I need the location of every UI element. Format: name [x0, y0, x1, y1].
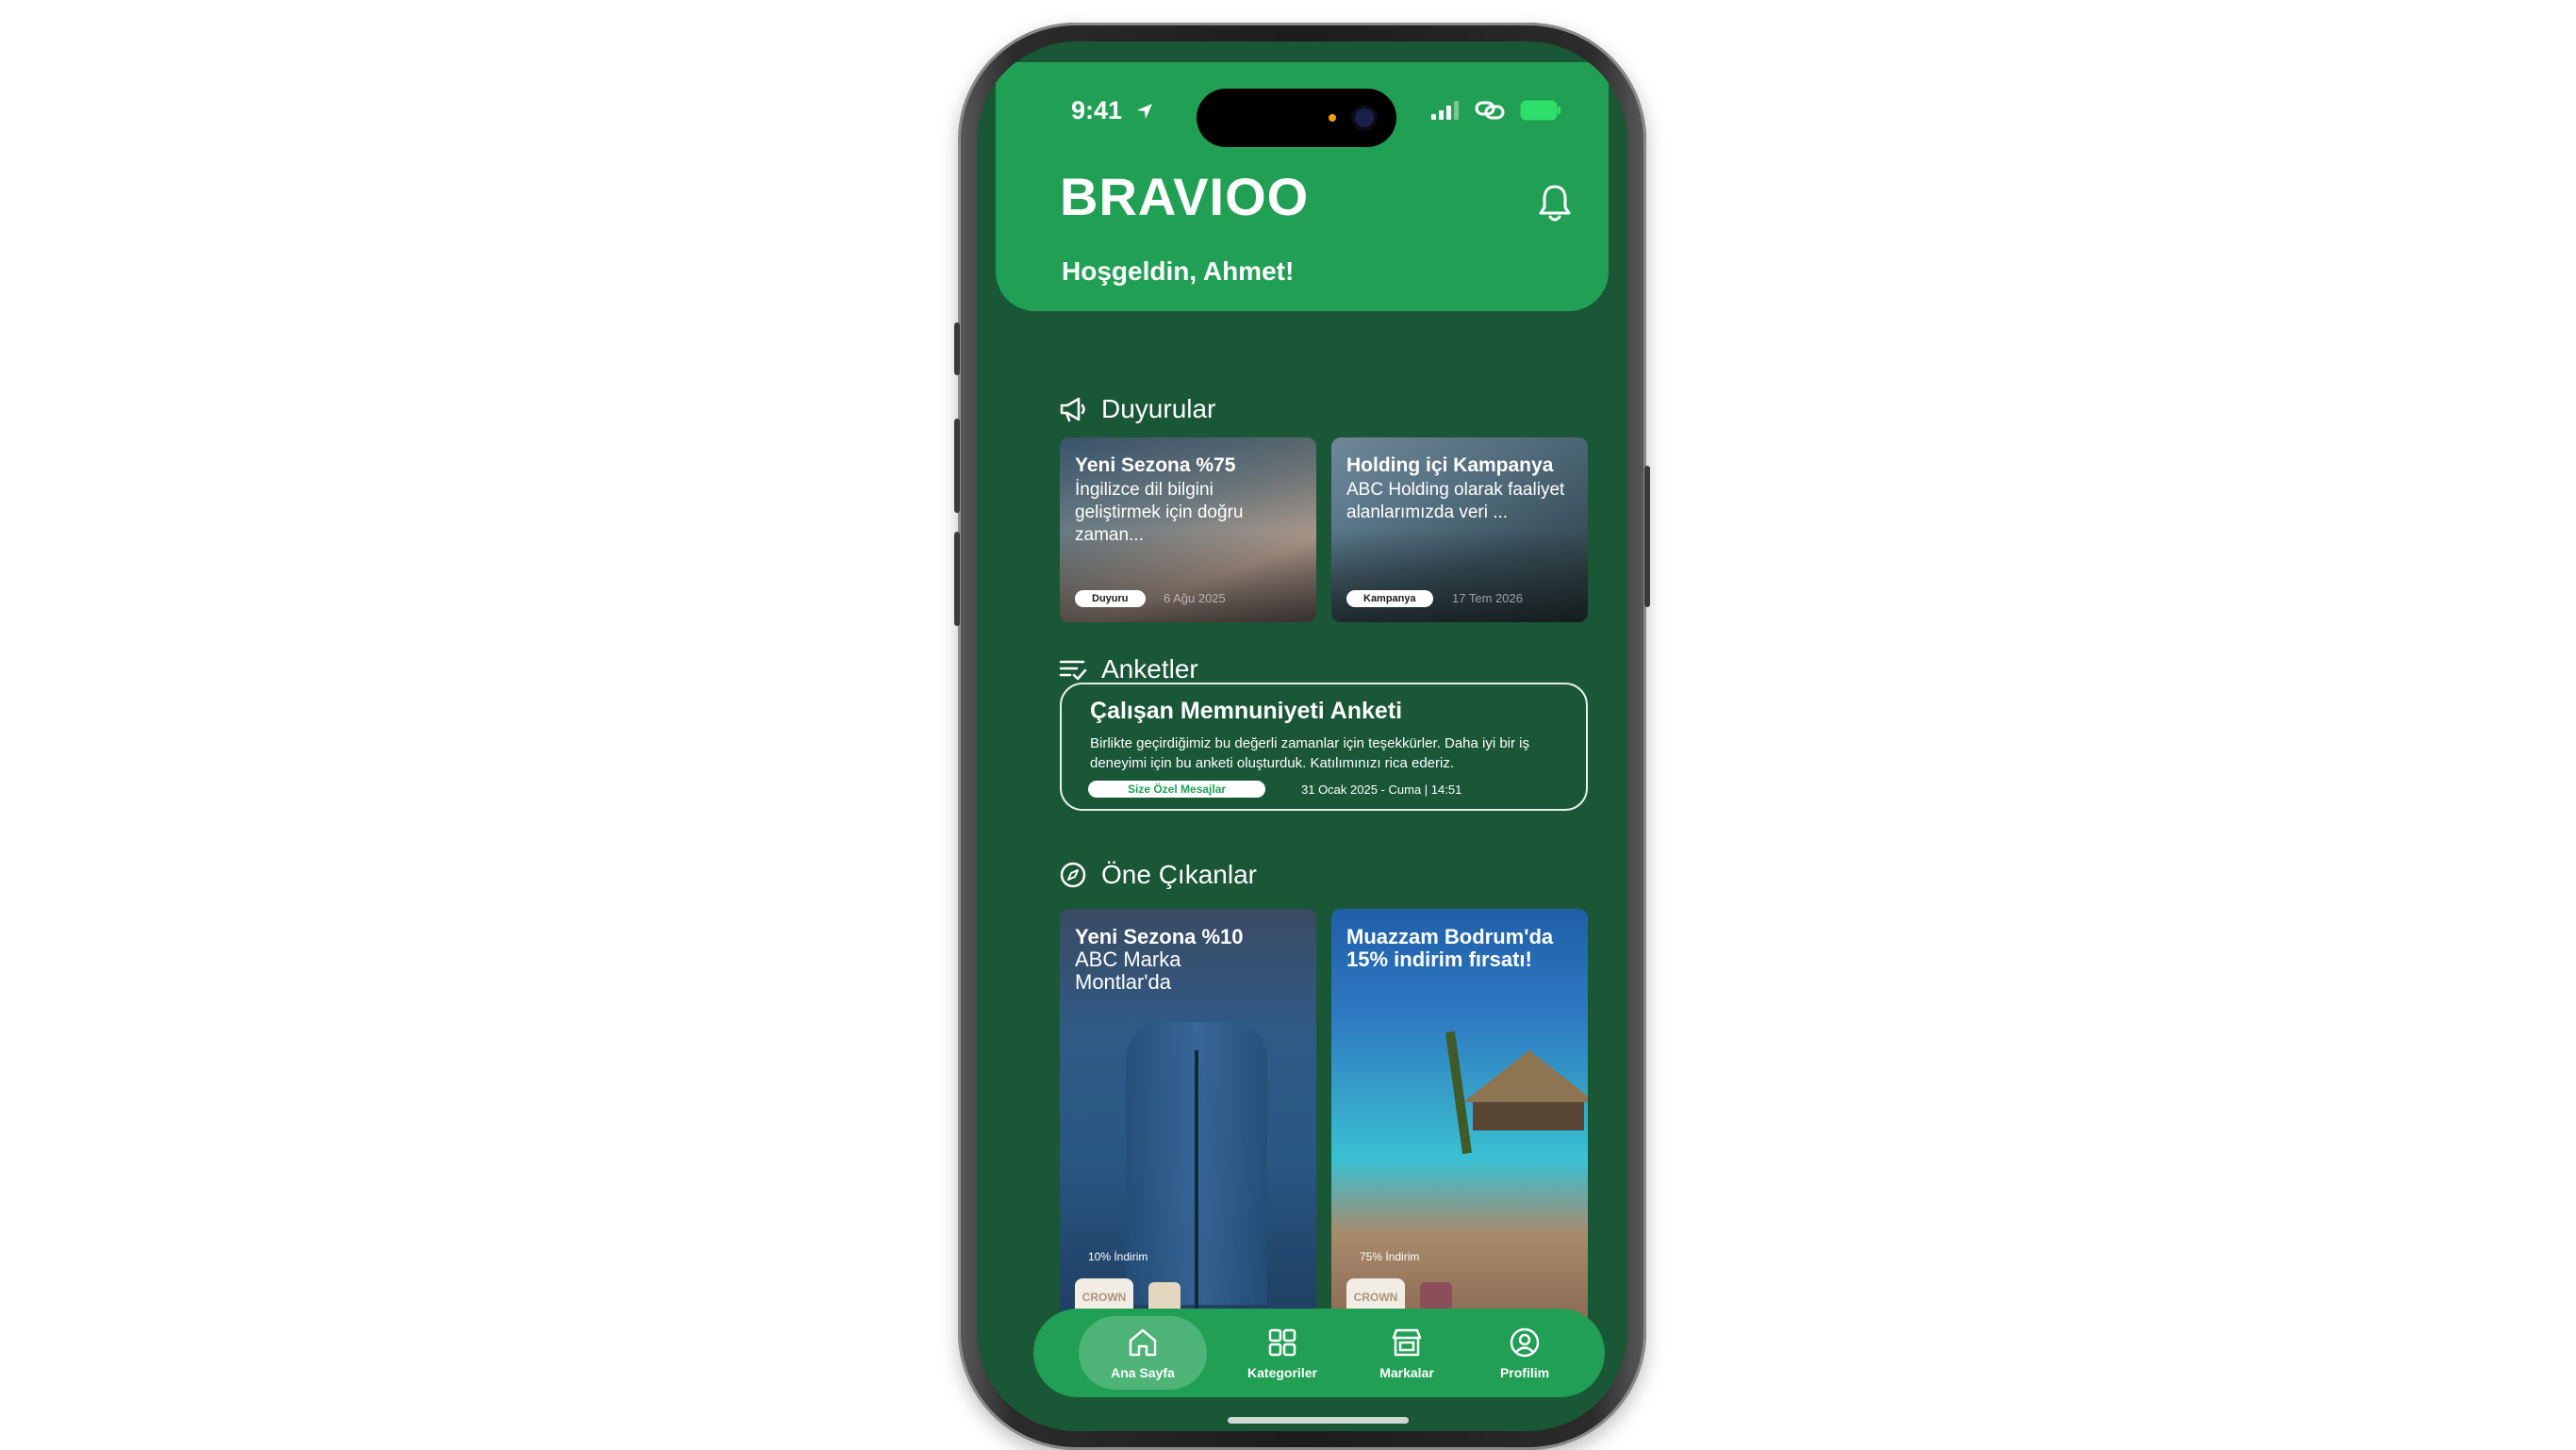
link-icon: [1475, 101, 1505, 120]
home-icon: [1129, 1328, 1157, 1357]
volume-down-button: [954, 532, 960, 626]
grid-icon: [1268, 1328, 1296, 1357]
power-button: [1644, 466, 1650, 607]
card-title: Yeni Sezona %75: [1075, 454, 1236, 476]
surveys-header: Anketler: [1058, 654, 1198, 684]
survey-title: Çalışan Memnuniyeti Anketi: [1090, 698, 1403, 724]
section-title: Duyurular: [1101, 394, 1216, 423]
compass-icon: [1060, 862, 1086, 888]
tab-profile[interactable]: Profilim: [1473, 1309, 1577, 1397]
survey-description: Birlikte geçirdiğimiz bu değerli zamanla…: [1090, 735, 1530, 771]
tab-label: Profilim: [1499, 1365, 1550, 1380]
survey-tag: Size Özel Mesajlar: [1088, 781, 1266, 798]
section-title: Öne Çıkanlar: [1101, 860, 1257, 889]
action-button: [954, 322, 960, 375]
checklist-icon: [1059, 660, 1087, 681]
hut-base: [1473, 1102, 1584, 1130]
highlights-header: Öne Çıkanlar: [1058, 860, 1257, 890]
status-time: 9:41: [1071, 96, 1154, 125]
battery-icon: [1520, 100, 1560, 121]
status-icons: [1431, 100, 1561, 121]
phone-frame: 9:41 BRAVIOO Hoşgeldin, Ahmet! Duyurular…: [954, 23, 1650, 1450]
dynamic-island: [1197, 89, 1396, 147]
jacket-zipper: [1195, 1050, 1198, 1314]
highlight-card[interactable]: Muazzam Bodrum'da 15% indirim fırsatı! 7…: [1331, 909, 1588, 1326]
location-arrow-icon: [1136, 104, 1152, 119]
card-title: Holding içi Kampanya: [1346, 454, 1554, 476]
tag-badge: Duyuru: [1075, 590, 1146, 607]
card-title: Yeni Sezona %10: [1075, 925, 1244, 948]
tab-label: Markalar: [1379, 1365, 1434, 1380]
store-icon: [1392, 1328, 1422, 1357]
user-circle-icon: [1510, 1327, 1540, 1358]
survey-date: 31 Ocak 2025 - Cuma | 14:51: [1301, 783, 1462, 797]
survey-card[interactable]: Çalışan Memnuniyeti Anketi Birlikte geçi…: [1060, 683, 1588, 811]
card-date: 6 Ağu 2025: [1164, 591, 1226, 605]
volume-up-button: [954, 419, 960, 513]
card-description: İngilizce dil bilgini geliştirmek için d…: [1075, 480, 1244, 545]
tab-brands[interactable]: Markalar: [1350, 1309, 1463, 1397]
tab-categories[interactable]: Kategoriler: [1226, 1309, 1339, 1397]
bell-icon[interactable]: [1536, 183, 1574, 224]
home-indicator[interactable]: [1228, 1417, 1409, 1424]
camera-icon: [1355, 108, 1374, 127]
greeting-text: Hoşgeldin, Ahmet!: [1062, 256, 1295, 286]
bottom-tab-bar: Ana Sayfa Kategoriler Markalar Profilim: [1033, 1309, 1605, 1397]
megaphone-icon: [1060, 397, 1085, 422]
card-subtitle: ABC Marka Montlar'da: [1075, 947, 1181, 994]
indicator-dot: [1329, 114, 1336, 122]
highlight-card[interactable]: Yeni Sezona %10 ABC Marka Montlar'da 10%…: [1060, 909, 1316, 1326]
card-description: ABC Holding olarak faaliyet alanlarımızd…: [1346, 480, 1565, 522]
tab-label: Kategoriler: [1247, 1365, 1317, 1380]
section-title: Anketler: [1101, 654, 1198, 684]
announcement-card[interactable]: Holding içi Kampanya ABC Holding olarak …: [1331, 437, 1588, 622]
announcement-card[interactable]: Yeni Sezona %75 İngilizce dil bilgini ge…: [1060, 437, 1316, 622]
announcements-header: Duyurular: [1058, 394, 1215, 424]
discount-label: 10% İndirim: [1088, 1250, 1148, 1263]
hut-roof: [1463, 1050, 1588, 1102]
app-screen: 9:41 BRAVIOO Hoşgeldin, Ahmet! Duyurular…: [977, 41, 1627, 1431]
card-title: Muazzam Bodrum'da 15% indirim fırsatı!: [1346, 925, 1554, 971]
card-date: 17 Tem 2026: [1452, 591, 1523, 605]
tab-home[interactable]: Ana Sayfa: [1079, 1316, 1207, 1390]
tag-badge: Kampanya: [1346, 590, 1433, 607]
signal-icon: [1431, 101, 1459, 120]
tab-label: Ana Sayfa: [1111, 1365, 1175, 1380]
discount-label: 75% İndirim: [1360, 1250, 1420, 1263]
brand-logo: BRAVIOO: [1060, 167, 1310, 226]
